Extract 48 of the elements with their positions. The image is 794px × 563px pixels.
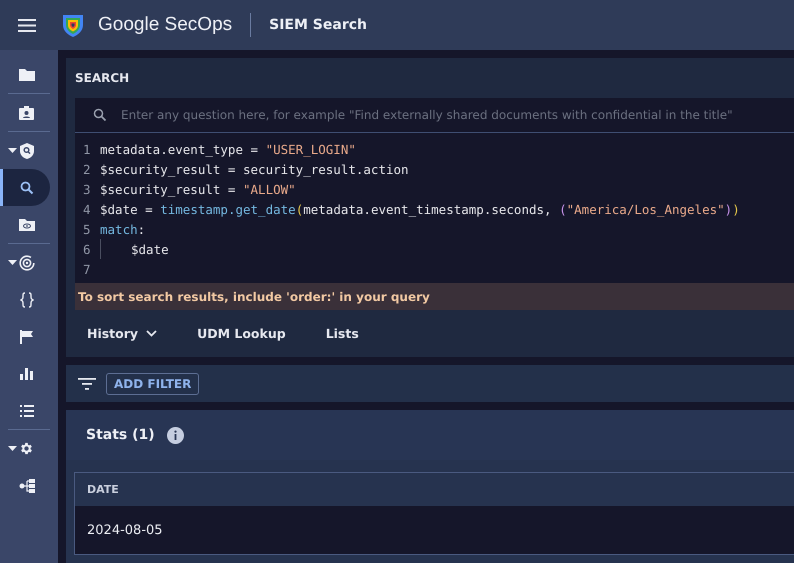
tab[interactable]: History: [77, 320, 168, 347]
bar-chart-icon: [20, 367, 34, 380]
sidebar-item[interactable]: [0, 169, 50, 206]
folder-eye-icon: [18, 218, 34, 231]
line-number: 1: [83, 142, 92, 156]
shield-logo-icon: [62, 12, 84, 38]
panel-title: SEARCH: [75, 70, 130, 87]
search-bar[interactable]: Enter any question here, for example "Find externally shared documents with confidential in the title": [75, 98, 794, 133]
page-title: SIEM Search: [269, 17, 367, 33]
sort-hint-banner: To sort search results, include 'order:' in your query: [75, 283, 794, 310]
caret-icon: [8, 148, 17, 153]
table-cell: 2024-08-05: [75, 506, 794, 554]
flag-icon: [20, 330, 34, 344]
settings-icon: [19, 441, 34, 456]
line-number: 5: [83, 222, 92, 236]
id-badge-icon: [19, 106, 34, 120]
search-icon: [20, 180, 34, 194]
line-number: 7: [83, 262, 92, 276]
tab[interactable]: UDM Lookup: [187, 320, 296, 347]
code-line: $security_result = "ALLOW": [100, 182, 296, 196]
chevron-down-icon: [146, 330, 158, 337]
search-input[interactable]: Enter any question here, for example "Find externally shared documents with confidential in the title": [119, 107, 794, 123]
code-line: metadata.event_type = "USER_LOGIN": [100, 142, 356, 156]
shield-search-icon: [20, 142, 34, 158]
code-line: $date = timestamp.get_date(metadata.event_timestamp.seconds, ("America/Los_Angeles")): [100, 202, 740, 216]
info-icon[interactable]: [166, 426, 184, 444]
code-line: match:: [100, 222, 146, 236]
caret-icon: [8, 260, 17, 265]
query-editor[interactable]: [75, 133, 794, 283]
folder-icon: [18, 68, 34, 81]
code-line: $security_result = security_result.action: [100, 162, 409, 176]
radar-icon: [18, 254, 34, 270]
line-number: 4: [83, 202, 92, 216]
list-icon: [20, 404, 34, 416]
search-icon: [93, 108, 107, 122]
brand-name: Google SecOps: [98, 14, 232, 36]
menu-icon[interactable]: [18, 18, 36, 32]
stats-title: Stats (1): [86, 427, 155, 443]
line-number: 3: [83, 182, 92, 196]
line-number: 6: [83, 242, 92, 256]
caret-icon: [8, 446, 17, 451]
line-number: 2: [83, 162, 92, 176]
braces-icon: [20, 292, 34, 308]
add-filter-button[interactable]: ADD FILTER: [106, 372, 200, 394]
filter-icon[interactable]: [78, 378, 96, 390]
hierarchy-icon: [18, 478, 34, 492]
code-line: $date: [100, 239, 169, 259]
tab[interactable]: Lists: [316, 320, 369, 347]
